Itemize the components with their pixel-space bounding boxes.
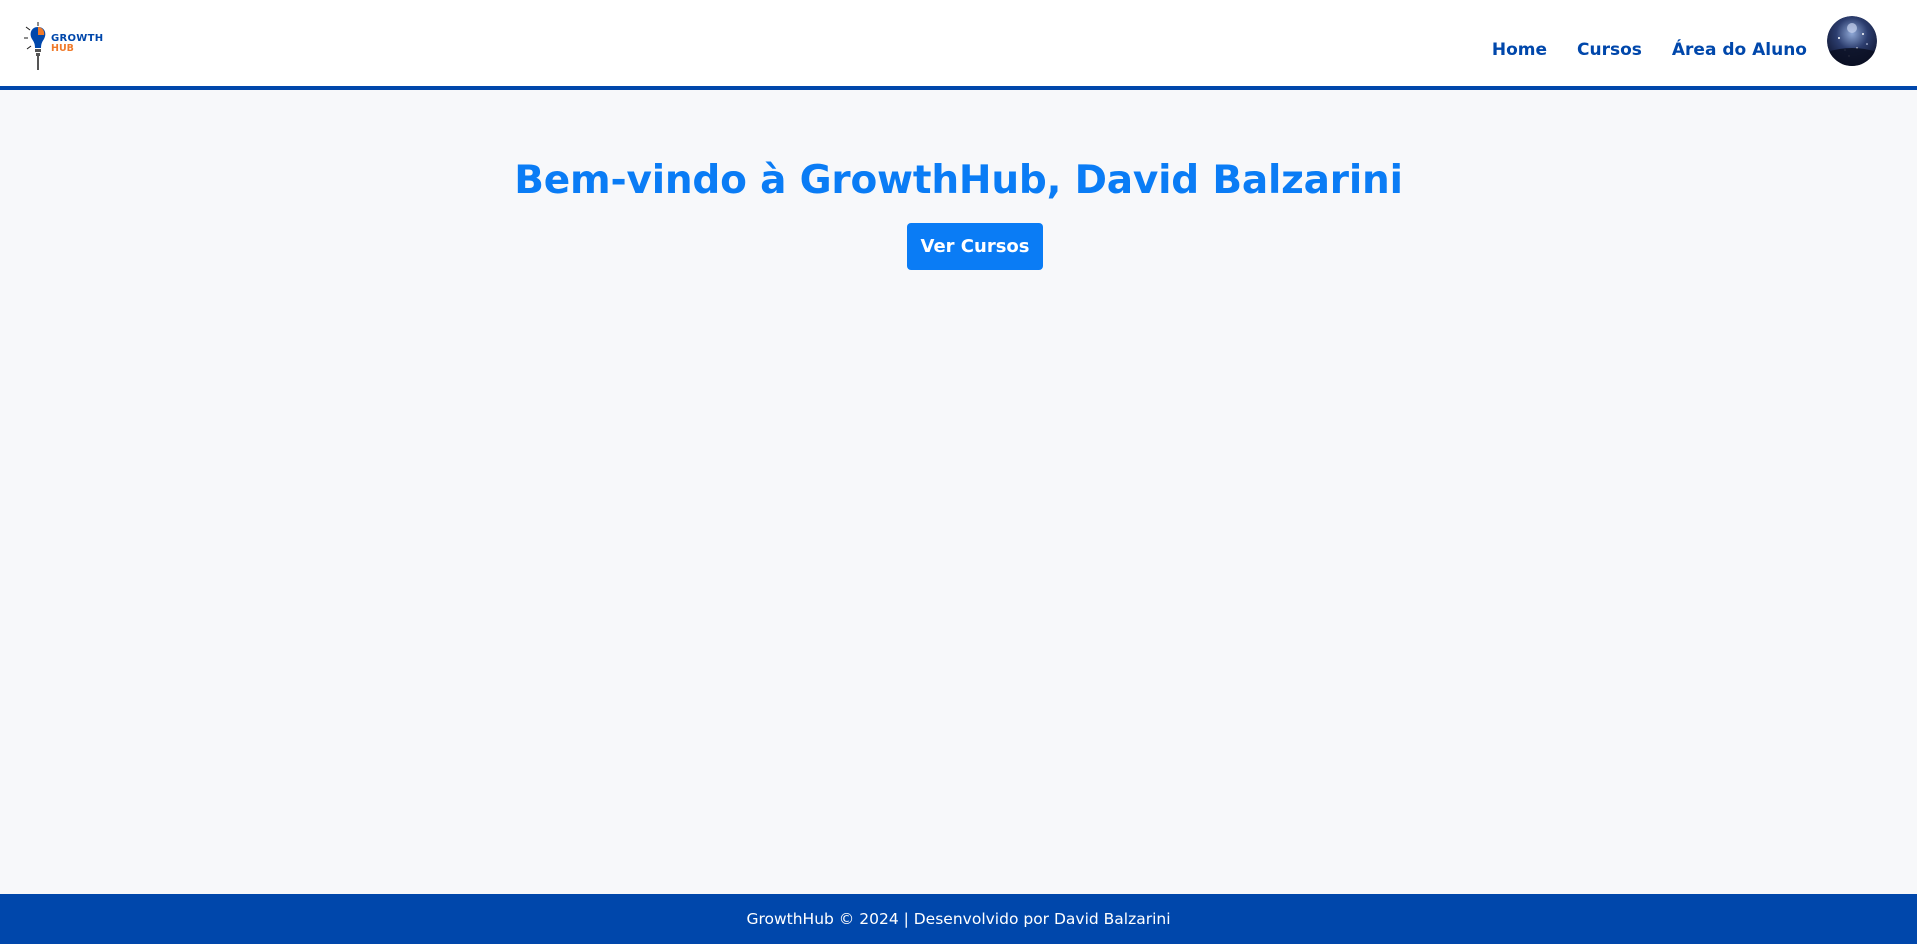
logo-text-hub: HUB [51,43,74,54]
site-footer: GrowthHub © 2024 | Desenvolvido por Davi… [0,894,1917,944]
nav-link-area-do-aluno[interactable]: Área do Aluno [1672,40,1807,60]
avatar-image-icon [1827,16,1877,66]
user-avatar[interactable] [1827,16,1877,66]
site-header: GROWTH HUB Home Cursos Área do Aluno [0,0,1917,90]
nav-link-cursos[interactable]: Cursos [1577,40,1642,60]
footer-copyright: GrowthHub © 2024 | Desenvolvido por Davi… [746,910,1171,928]
main-content: Bem-vindo à GrowthHub, David Balzarini V… [0,94,1917,894]
growthhub-logo[interactable]: GROWTH HUB [24,22,108,72]
main-nav: Home Cursos Área do Aluno [1492,16,1877,66]
ver-cursos-button[interactable]: Ver Cursos [907,223,1043,270]
nav-link-home[interactable]: Home [1492,40,1547,60]
welcome-title: Bem-vindo à GrowthHub, David Balzarini [514,158,1403,203]
